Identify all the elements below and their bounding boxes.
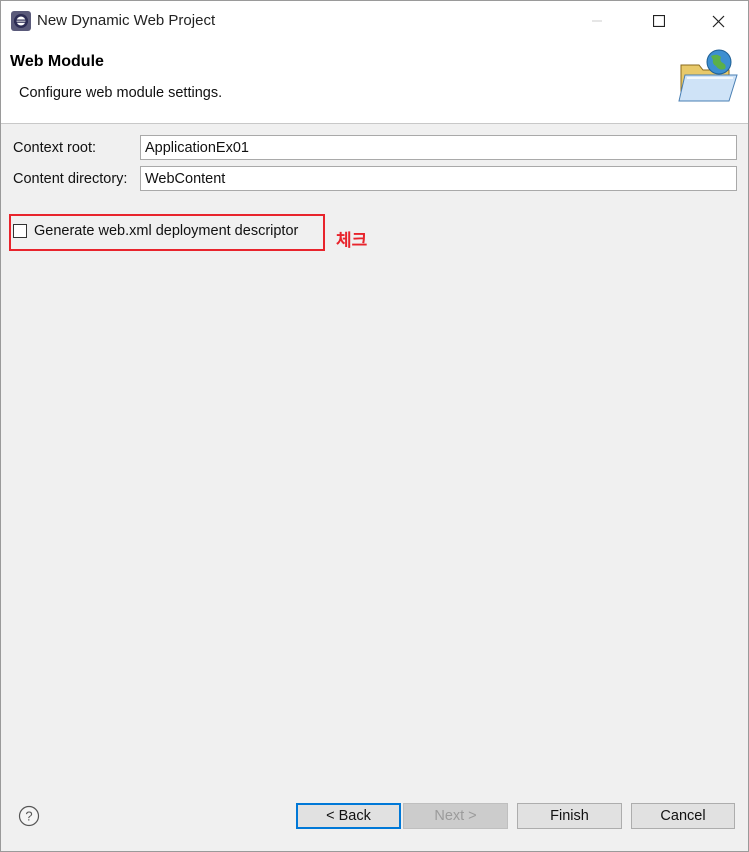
content-directory-input[interactable]: [140, 166, 737, 191]
window-title: New Dynamic Web Project: [37, 12, 216, 29]
eclipse-app-icon: [11, 11, 31, 31]
content-directory-label: Content directory:: [13, 171, 128, 187]
next-button[interactable]: Next >: [403, 803, 508, 829]
finish-button[interactable]: Finish: [517, 803, 622, 829]
dialog-window: New Dynamic Web Project Web Module Confi…: [0, 0, 749, 852]
wizard-header: Web Module Configure web module settings…: [1, 41, 748, 124]
context-root-label: Context root:: [13, 140, 97, 156]
web-folder-globe-icon: [675, 47, 741, 107]
svg-text:?: ?: [25, 809, 32, 824]
context-root-input[interactable]: [140, 135, 737, 160]
minimize-button[interactable]: [574, 1, 620, 41]
cancel-button[interactable]: Cancel: [631, 803, 735, 829]
close-icon: [712, 15, 724, 27]
maximize-button[interactable]: [636, 1, 682, 41]
back-button[interactable]: < Back: [296, 803, 401, 829]
generate-webxml-label[interactable]: Generate web.xml deployment descriptor: [34, 223, 298, 239]
generate-webxml-checkbox[interactable]: [13, 224, 27, 238]
maximize-icon: [653, 15, 665, 27]
title-bar: New Dynamic Web Project: [1, 1, 748, 41]
page-description: Configure web module settings.: [19, 85, 223, 101]
page-title: Web Module: [10, 53, 104, 70]
help-icon[interactable]: ?: [18, 805, 40, 827]
minimize-icon: [592, 20, 602, 22]
annotation-text: 체크: [336, 231, 368, 250]
close-button[interactable]: [695, 1, 741, 41]
